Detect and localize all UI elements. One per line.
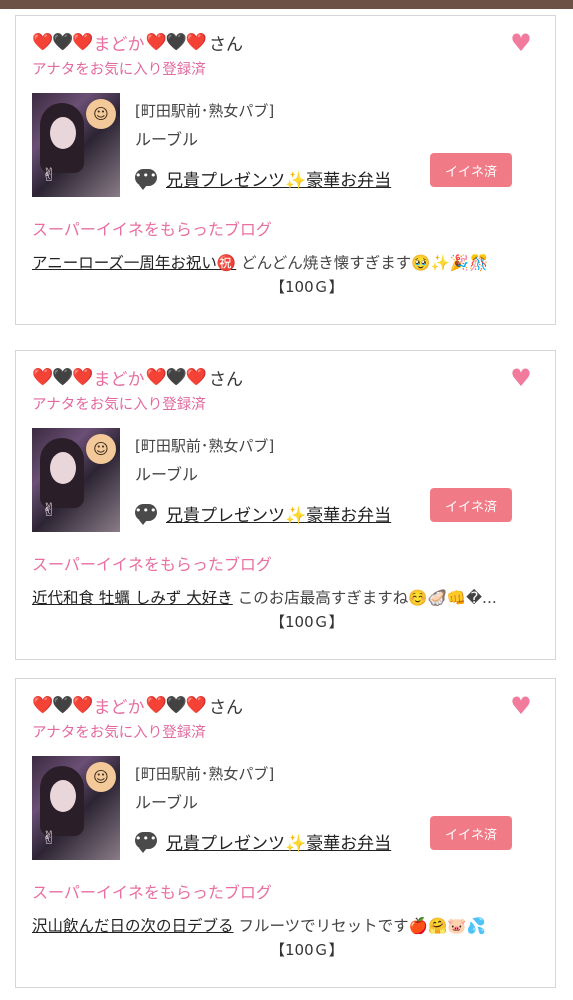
blog-entry: 沢山飲んだ日の次の日デブる フルーツでリセットです🍎🤗🐷💦 <box>32 915 522 938</box>
heart-icon[interactable]: ♥ <box>509 31 533 55</box>
honorific: さん <box>209 698 244 718</box>
shop-name[interactable]: ルーブル <box>135 461 198 485</box>
blog-snippet: フルーツでリセットです🍎🤗🐷💦 <box>238 917 486 935</box>
present-link[interactable]: 兄貴プレゼンツ✨豪華お弁当 <box>166 829 421 854</box>
decor-hearts-left: ❤️🖤❤️ <box>32 695 94 716</box>
speech-bubble-icon: ••• <box>135 504 157 525</box>
shop-area: [町田駅前･熟女パブ] <box>135 437 275 455</box>
honorific: さん <box>209 370 244 390</box>
blog-title-link[interactable]: アニーローズ一周年お祝い㊗️ <box>32 254 236 272</box>
user-name[interactable]: まどか <box>94 370 145 390</box>
blog-price: 【100Ｇ】 <box>270 278 344 296</box>
user-name-row[interactable]: ❤️🖤❤️まどか❤️🖤❤️ さん <box>32 365 243 393</box>
user-name[interactable]: まどか <box>94 35 145 55</box>
user-name-row[interactable]: ❤️🖤❤️まどか❤️🖤❤️ さん <box>32 30 243 58</box>
decor-hearts-left: ❤️🖤❤️ <box>32 367 94 388</box>
top-bar <box>0 0 573 9</box>
blog-entry: アニーローズ一周年お祝い㊗️ どんどん焼き懐すぎます🥹✨🎉🎊 <box>32 252 522 275</box>
blog-snippet: どんどん焼き懐すぎます🥹✨🎉🎊 <box>241 254 489 272</box>
favorite-status: アナタをお気に入り登録済 <box>32 62 206 78</box>
decor-hearts-right: ❤️🖤❤️ <box>145 695 208 716</box>
blog-section-heading: スーパーイイネをもらったブログ <box>32 883 272 902</box>
blog-price: 【100Ｇ】 <box>270 613 344 631</box>
user-name[interactable]: まどか <box>94 698 145 718</box>
blog-title-link[interactable]: 近代和食 牡蠣 しみず 大好き <box>32 589 233 607</box>
present-link[interactable]: 兄貴プレゼンツ✨豪華お弁当 <box>166 166 421 191</box>
shop-name[interactable]: ルーブル <box>135 126 198 150</box>
blog-title-link[interactable]: 沢山飲んだ日の次の日デブる <box>32 917 234 935</box>
super-iine-card: ❤️🖤❤️まどか❤️🖤❤️ さん ♥ アナタをお気に入り登録済 ☺ ✌ [町田駅前･… <box>15 15 556 325</box>
iine-done-button[interactable]: イイネ済 <box>430 816 512 850</box>
decor-hearts-left: ❤️🖤❤️ <box>32 32 94 53</box>
super-iine-card: ❤️🖤❤️まどか❤️🖤❤️ さん ♥ アナタをお気に入り登録済 ☺ ✌ [町田駅前･… <box>15 350 556 660</box>
shop-area: [町田駅前･熟女パブ] <box>135 102 275 120</box>
blog-entry: 近代和食 牡蠣 しみず 大好き このお店最高すぎますね☺️🦪👊�... <box>32 587 522 610</box>
blog-price: 【100Ｇ】 <box>270 941 344 959</box>
user-name-row[interactable]: ❤️🖤❤️まどか❤️🖤❤️ さん <box>32 693 243 721</box>
heart-icon[interactable]: ♥ <box>509 694 533 718</box>
speech-bubble-icon: ••• <box>135 169 157 190</box>
favorite-status: アナタをお気に入り登録済 <box>32 725 206 741</box>
honorific: さん <box>209 35 244 55</box>
profile-photo[interactable]: ☺ ✌ <box>32 428 120 532</box>
shop-area: [町田駅前･熟女パブ] <box>135 765 275 783</box>
super-iine-card: ❤️🖤❤️まどか❤️🖤❤️ さん ♥ アナタをお気に入り登録済 ☺ ✌ [町田駅前･… <box>15 678 556 988</box>
iine-done-button[interactable]: イイネ済 <box>430 153 512 187</box>
decor-hearts-right: ❤️🖤❤️ <box>145 32 208 53</box>
iine-done-button[interactable]: イイネ済 <box>430 488 512 522</box>
blog-snippet: このお店最高すぎますね☺️🦪👊�... <box>237 589 497 607</box>
favorite-status: アナタをお気に入り登録済 <box>32 397 206 413</box>
profile-photo[interactable]: ☺ ✌ <box>32 756 120 860</box>
profile-photo[interactable]: ☺ ✌ <box>32 93 120 197</box>
speech-bubble-icon: ••• <box>135 832 157 853</box>
shop-name[interactable]: ルーブル <box>135 789 198 813</box>
present-link[interactable]: 兄貴プレゼンツ✨豪華お弁当 <box>166 501 421 526</box>
blog-section-heading: スーパーイイネをもらったブログ <box>32 220 272 239</box>
blog-section-heading: スーパーイイネをもらったブログ <box>32 555 272 574</box>
heart-icon[interactable]: ♥ <box>509 366 533 390</box>
decor-hearts-right: ❤️🖤❤️ <box>145 367 208 388</box>
